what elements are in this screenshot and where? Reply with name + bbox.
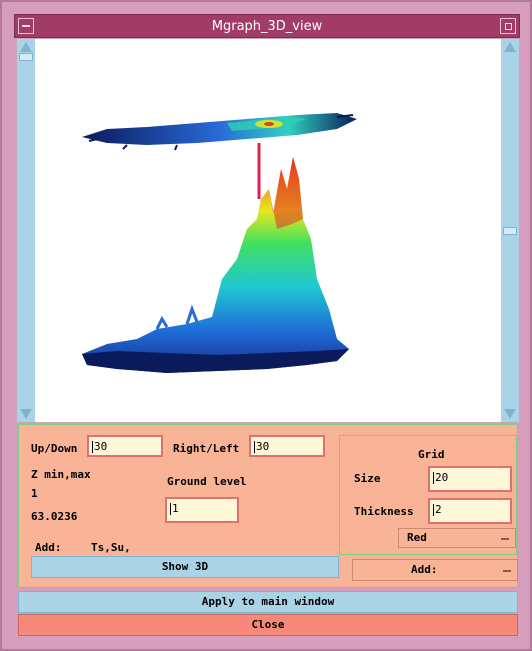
ground-level-label: Ground level: [167, 475, 247, 488]
ground-level-input[interactable]: 1: [165, 497, 239, 523]
add-select-label: Add:: [411, 563, 438, 576]
grid-thickness-input[interactable]: 2: [428, 498, 512, 524]
top-projection-plane: [82, 113, 357, 151]
scroll-up-arrow-icon[interactable]: [20, 42, 32, 52]
right-scrollbar[interactable]: [501, 39, 519, 422]
chevron-down-icon: [501, 538, 509, 540]
grid-size-input[interactable]: 20: [428, 466, 512, 492]
zmax-value: 63.0236: [31, 510, 78, 523]
scroll-down-arrow-icon[interactable]: [504, 409, 516, 419]
grid-title: Grid: [418, 448, 445, 461]
left-scrollbar[interactable]: [17, 39, 35, 422]
close-button[interactable]: Close: [18, 614, 518, 636]
left-scroll-thumb[interactable]: [19, 53, 33, 61]
right-scroll-thumb[interactable]: [503, 227, 517, 235]
add-value: Ts,Su,: [91, 541, 131, 554]
window-title: Mgraph_3D_view: [211, 19, 323, 34]
rightleft-label: Right/Left: [173, 442, 240, 455]
zmin-value: 1: [31, 487, 38, 500]
scroll-up-arrow-icon[interactable]: [504, 42, 516, 52]
add-select[interactable]: Add:: [352, 559, 518, 581]
chevron-down-icon: [503, 570, 511, 572]
surface-peak: [82, 157, 349, 373]
title-bar[interactable]: Mgraph_3D_view: [14, 14, 520, 38]
grid-color-select[interactable]: Red: [398, 528, 516, 548]
rightleft-input[interactable]: 30: [249, 435, 325, 457]
grid-group: Grid Size 20 Thickness 2 Red: [339, 435, 517, 555]
maximize-icon[interactable]: [500, 18, 516, 34]
updown-label: Up/Down: [31, 442, 78, 455]
updown-input[interactable]: 30: [87, 435, 163, 457]
add-label: Add:: [35, 541, 62, 554]
apply-button[interactable]: Apply to main window: [18, 591, 518, 613]
grid-color-value: Red: [407, 531, 427, 544]
scroll-down-arrow-icon[interactable]: [20, 409, 32, 419]
grid-thickness-label: Thickness: [354, 505, 414, 518]
show-3d-button[interactable]: Show 3D: [31, 556, 339, 578]
window-menu-icon[interactable]: [18, 18, 34, 34]
3d-surface-plot: [82, 113, 357, 373]
app-window: Mgraph_3D_view Up/Down 30 Right/Left 30 …: [0, 0, 532, 651]
zminmax-label: Z min,max: [31, 468, 91, 481]
plot-area-3d[interactable]: [16, 38, 520, 423]
grid-size-label: Size: [354, 472, 381, 485]
